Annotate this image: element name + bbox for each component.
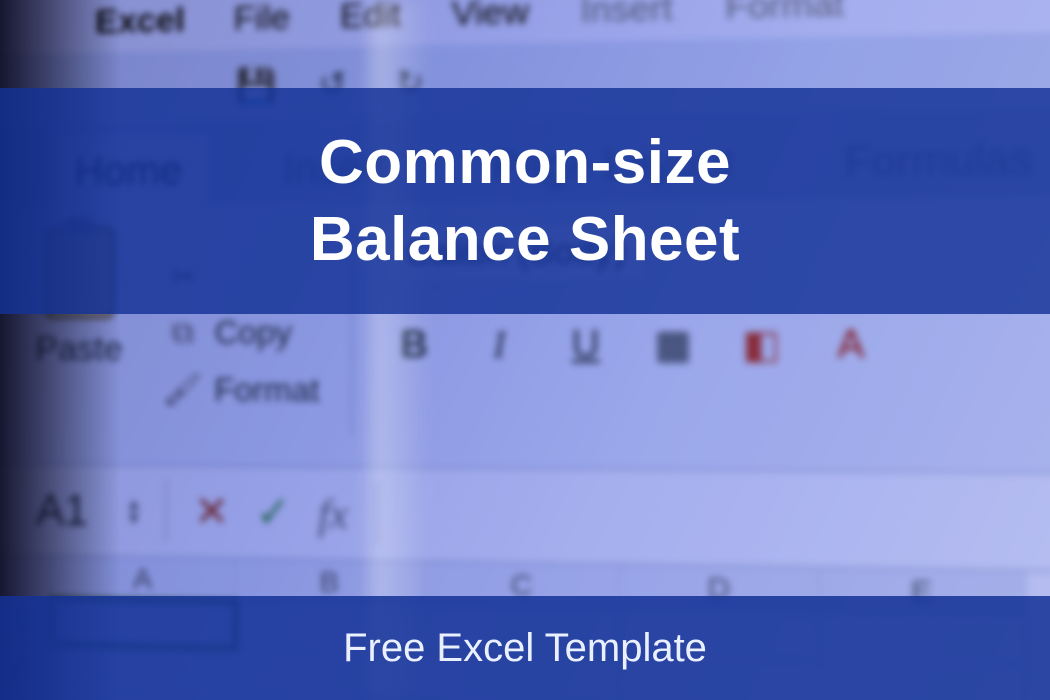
title-line-1: Common-size [319,124,731,202]
title-line-2: Balance Sheet [310,201,740,279]
title-banner: Common-size Balance Sheet [0,88,1050,314]
promo-card: Excel File Edit View Insert Format 💾 ↺ ↻… [0,0,1050,700]
subtitle-banner: Free Excel Template [0,596,1050,700]
subtitle-text: Free Excel Template [343,626,707,671]
